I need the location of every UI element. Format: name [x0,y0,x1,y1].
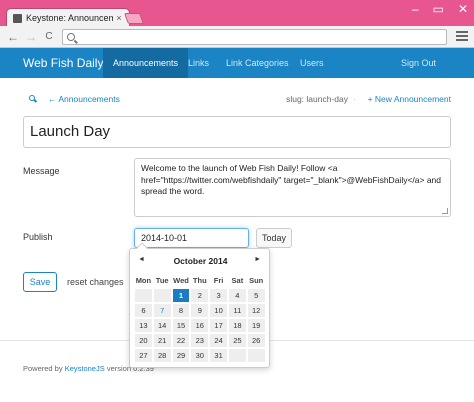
weekday-header: Thu [192,276,207,285]
weekday-header: Wed [173,276,189,285]
calendar-day[interactable]: 1 [172,289,190,302]
calendar-day[interactable]: 8 [172,304,190,317]
calendar-day-empty [135,289,152,302]
next-month-icon[interactable]: ► [254,256,261,263]
message-textarea[interactable]: Welcome to the launch of Web Fish Daily!… [134,158,451,217]
calendar-day[interactable]: 4 [228,289,246,302]
address-bar[interactable] [62,29,447,45]
calendar-day[interactable]: 22 [172,334,190,347]
page-viewport: Web Fish Daily Announcements Links Link … [0,48,474,402]
calendar-day[interactable]: 31 [210,349,227,362]
keystonejs-link[interactable]: KeystoneJS [65,364,105,373]
calendar-day[interactable]: 7 [153,304,171,317]
nav-link-categories[interactable]: Link Categories [226,58,289,68]
new-tab-button[interactable] [123,13,145,24]
message-label: Message [23,166,60,176]
close-window-icon[interactable]: ✕ [458,2,468,16]
sign-out-link[interactable]: Sign Out [401,58,436,68]
calendar-day[interactable]: 28 [153,349,171,362]
browser-tab-title: Keystone: Announcement [26,13,113,23]
brand-link[interactable]: Web Fish Daily [23,56,103,70]
reset-changes-link[interactable]: reset changes [67,277,124,287]
datepicker-grid: Mon Tue Wed Thu Fri Sat Sun 1 2 3 4 5 6 7 8 9 10 11 12 13 14… [134,273,266,363]
calendar-day[interactable]: 23 [191,334,209,347]
calendar-day-empty [247,349,265,362]
calendar-day-empty [153,289,171,302]
nav-users[interactable]: Users [300,58,324,68]
forward-icon[interactable]: → [22,30,40,44]
calendar-day[interactable]: 12 [247,304,265,317]
calendar-day[interactable]: 3 [210,289,227,302]
search-icon [67,33,75,41]
app-navbar: Web Fish Daily Announcements Links Link … [0,48,474,78]
separator-dot: · [353,94,356,104]
tab-close-icon[interactable]: × [113,13,125,23]
slug-text: slug: launch-day [286,94,348,104]
browser-tab[interactable]: Keystone: Announcement × [6,8,130,27]
resize-handle-icon[interactable] [442,208,448,214]
calendar-day[interactable]: 21 [153,334,171,347]
browser-toolbar: ← → C [0,26,474,48]
calendar-day[interactable]: 13 [135,319,152,332]
calendar-day[interactable]: 6 [135,304,152,317]
calendar-day[interactable]: 16 [191,319,209,332]
calendar-day[interactable]: 27 [135,349,152,362]
publish-label: Publish [23,232,53,242]
calendar-day[interactable]: 14 [153,319,171,332]
today-button[interactable]: Today [256,228,292,248]
weekday-header: Mon [135,276,152,285]
chrome-menu-icon[interactable] [456,31,468,43]
minimize-icon[interactable]: – [412,2,419,16]
calendar-day[interactable]: 29 [172,349,190,362]
calendar-day[interactable]: 19 [247,319,265,332]
calendar-day[interactable]: 24 [210,334,227,347]
message-text: Welcome to the launch of Web Fish Daily!… [141,163,442,196]
calendar-day[interactable]: 11 [228,304,246,317]
calendar-day[interactable]: 17 [210,319,227,332]
calendar-day[interactable]: 25 [228,334,246,347]
nav-announcements[interactable]: Announcements [103,48,189,78]
weekday-header: Tue [155,276,169,285]
new-announcement-link[interactable]: + New Announcement [368,94,451,104]
calendar-day[interactable]: 18 [228,319,246,332]
weekday-header: Sun [249,276,264,285]
calendar-day[interactable]: 15 [172,319,190,332]
calendar-day[interactable]: 20 [135,334,152,347]
publish-date-input[interactable]: 2014-10-01 [134,228,249,248]
favicon-icon [13,13,22,23]
calendar-day-empty [228,349,246,362]
item-toolbar: ← Announcements slug: launch-day · + New… [23,94,451,106]
title-input[interactable]: Launch Day [23,116,451,148]
calendar-day[interactable]: 30 [191,349,209,362]
save-button[interactable]: Save [23,272,57,292]
datepicker-popup: October 2014 ◄ ► Mon Tue Wed Thu Fri Sat Sun 1 2… [129,242,270,368]
calendar-day[interactable]: 26 [247,334,265,347]
calendar-day[interactable]: 9 [191,304,209,317]
calendar-day[interactable]: 2 [191,289,209,302]
calendar-day[interactable]: 5 [247,289,265,302]
weekday-header: Sat [231,276,244,285]
window-controls: – ▭ ✕ [412,2,468,16]
calendar-day[interactable]: 10 [210,304,227,317]
browser-tabstrip: Keystone: Announcement × – ▭ ✕ [0,0,474,27]
prev-month-icon[interactable]: ◄ [138,256,145,263]
back-to-announcements-link[interactable]: ← Announcements [48,94,120,104]
back-icon[interactable]: ← [4,30,22,44]
reload-icon[interactable]: C [40,31,58,42]
datepicker-month: October 2014 [173,256,228,266]
restore-icon[interactable]: ▭ [433,2,444,16]
search-icon[interactable] [29,95,35,101]
weekday-header: Fri [213,276,224,285]
footer-prefix: Powered by [23,364,65,373]
nav-links[interactable]: Links [188,58,209,68]
